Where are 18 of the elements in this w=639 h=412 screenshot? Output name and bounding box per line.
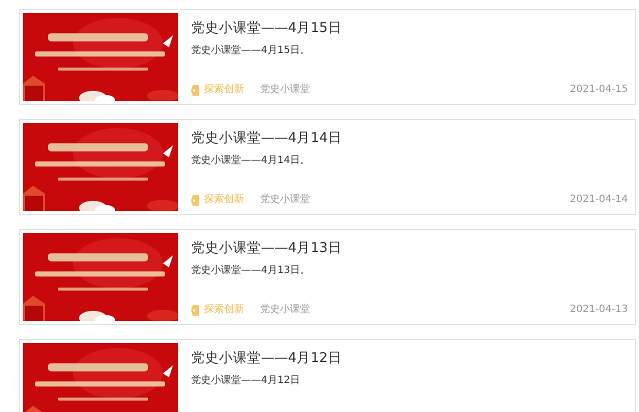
article-card[interactable]: 党史小课堂——4月12日 党史小课堂——4月12日 (19, 339, 636, 412)
article-date: 2021-04-15 (570, 83, 628, 97)
tag-icon (191, 84, 199, 96)
article-summary: 党史小课堂——4月14日。 (191, 154, 312, 168)
article-summary: 党史小课堂——4月12日 (191, 374, 302, 388)
article-title[interactable]: 党史小课堂——4月12日 (191, 349, 628, 367)
article-card[interactable]: 党史小课堂——4月15日 党史小课堂——4月15日。 探索创新 党史小课堂 2021-04-15 (19, 9, 636, 105)
article-title[interactable]: 党史小课堂——4月13日 (191, 239, 628, 257)
article-summary: 党史小课堂——4月15日。 (191, 44, 312, 58)
article-date: 2021-04-14 (570, 193, 628, 207)
tag-icon (191, 304, 199, 316)
article-summary: 党史小课堂——4月13日。 (191, 264, 312, 278)
article-title[interactable]: 党史小课堂——4月14日 (191, 129, 628, 147)
article-date: 2021-04-13 (570, 303, 628, 317)
article-title[interactable]: 党史小课堂——4月15日 (191, 19, 628, 37)
article-card[interactable]: 党史小课堂——4月14日 党史小课堂——4月14日。 探索创新 党史小课堂 2021-04-14 (19, 119, 636, 215)
tag-icon (191, 194, 199, 206)
article-card[interactable]: 党史小课堂——4月13日 党史小课堂——4月13日。 探索创新 党史小课堂 2021-04-13 (19, 229, 636, 325)
